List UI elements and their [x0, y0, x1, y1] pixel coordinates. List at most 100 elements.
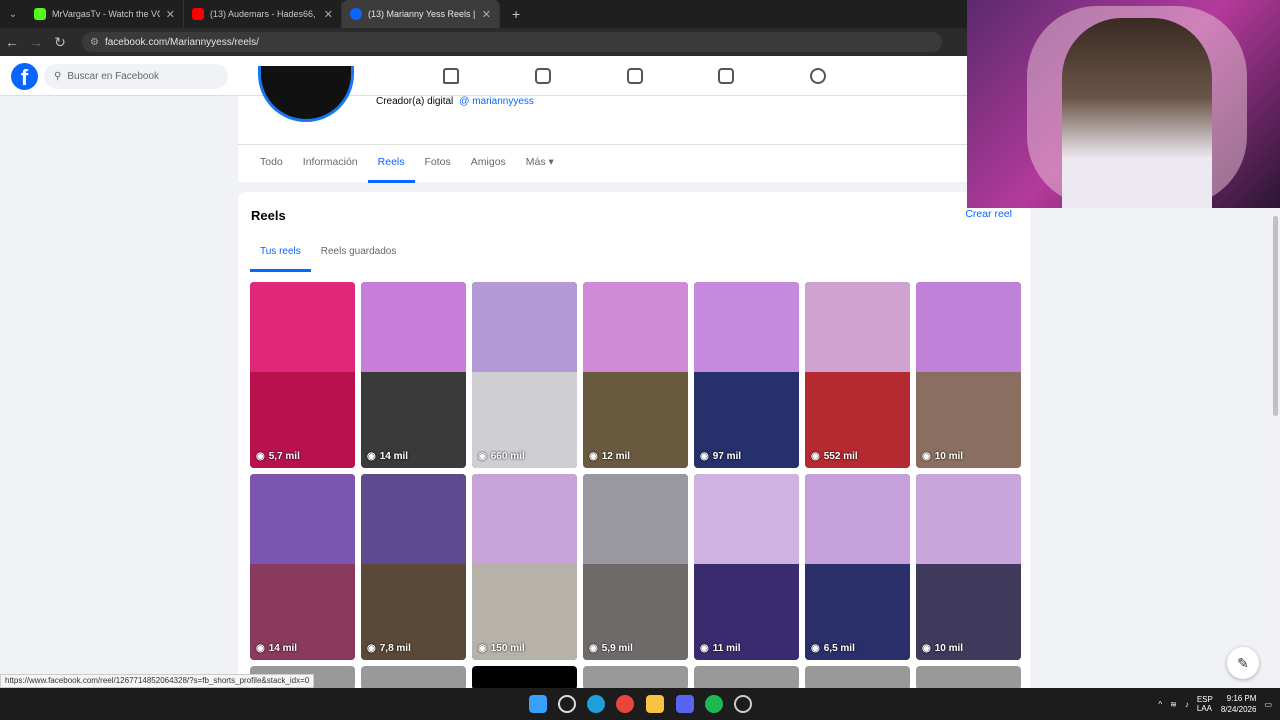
reels-grid: ◉ 5,7 mil ◉ 14 mil ◉ 660 mil ◉ 12 mil ◉ 97 mil ◉ 55… [250, 282, 1021, 690]
chrome-icon[interactable] [616, 695, 634, 713]
url-field[interactable]: ⚙ facebook.com/Mariannyyess/reels/ [82, 32, 942, 52]
eye-icon: ◉ [700, 643, 709, 654]
gaming-icon[interactable] [810, 68, 826, 84]
wifi-icon[interactable]: ≋ [1170, 700, 1177, 709]
tab-todo[interactable]: Todo [250, 145, 293, 183]
eye-icon: ◉ [589, 451, 598, 462]
reel-thumbnail[interactable] [472, 666, 577, 690]
reel-thumbnail[interactable]: ◉ 10 mil [916, 282, 1021, 468]
reel-view-count: ◉ 660 mil [478, 451, 525, 462]
groups-icon[interactable] [718, 68, 734, 84]
forward-arrow-icon[interactable]: → [24, 34, 48, 50]
eye-icon: ◉ [922, 643, 931, 654]
tab-title: MrVargasTv - Watch the VOD o [52, 9, 160, 19]
reel-thumbnail[interactable]: ◉ 14 mil [250, 474, 355, 660]
creator-label: Creador(a) digital [376, 96, 454, 107]
scrollbar[interactable] [1271, 208, 1280, 688]
language-indicator[interactable]: ESP LAA [1197, 695, 1213, 713]
eye-icon: ◉ [256, 643, 265, 654]
create-reel-link[interactable]: Crear reel [965, 208, 1012, 220]
reel-view-count: ◉ 5,7 mil [256, 451, 300, 462]
reel-preview-top [472, 282, 577, 372]
reel-preview-top [472, 474, 577, 564]
search-input[interactable]: ⚲ Buscar en Facebook [44, 64, 228, 89]
compose-edit-icon[interactable]: ✎ [1227, 647, 1259, 679]
reel-thumbnail[interactable]: ◉ 10 mil [916, 474, 1021, 660]
reload-icon[interactable]: ↻ [48, 34, 72, 51]
close-icon[interactable]: ✕ [482, 8, 491, 21]
close-icon[interactable]: ✕ [324, 8, 333, 21]
reel-thumbnail[interactable] [361, 666, 466, 690]
notification-icon[interactable]: ▭ [1264, 700, 1272, 709]
eye-icon: ◉ [922, 451, 931, 462]
edge-icon[interactable] [587, 695, 605, 713]
video-icon[interactable] [535, 68, 551, 84]
tab-tus-reels[interactable]: Tus reels [250, 244, 311, 272]
volume-icon[interactable]: ♪ [1185, 700, 1189, 709]
system-tray: ^ ≋ ♪ ESP LAA 9:16 PM 8/24/2026 ▭ [1158, 693, 1272, 715]
reel-thumbnail[interactable]: ◉ 150 mil [472, 474, 577, 660]
reel-preview-top [583, 282, 688, 372]
reel-thumbnail[interactable] [694, 666, 799, 690]
tab-fotos[interactable]: Fotos [415, 145, 461, 183]
eye-icon: ◉ [367, 643, 376, 654]
reel-thumbnail[interactable] [916, 666, 1021, 690]
reel-views-text: 150 mil [490, 643, 525, 654]
avatar[interactable] [258, 66, 354, 122]
reel-thumbnail[interactable]: ◉ 11 mil [694, 474, 799, 660]
reel-thumbnail[interactable]: ◉ 97 mil [694, 282, 799, 468]
windows-start-icon[interactable] [529, 695, 547, 713]
close-icon[interactable]: ✕ [166, 8, 175, 21]
spotify-icon[interactable] [705, 695, 723, 713]
windows-taskbar: ^ ≋ ♪ ESP LAA 9:16 PM 8/24/2026 ▭ [0, 688, 1280, 720]
browser-tab-youtube[interactable]: (13) Audemars - Hades66, YOV ✕ [184, 0, 342, 28]
discord-icon[interactable] [676, 695, 694, 713]
youtube-icon [192, 8, 204, 20]
back-arrow-icon[interactable]: ← [0, 34, 24, 50]
handle-link[interactable]: @ mariannyyess [459, 96, 534, 107]
marketplace-icon[interactable] [627, 68, 643, 84]
facebook-logo-icon[interactable]: f [11, 63, 38, 90]
eye-icon: ◉ [811, 643, 820, 654]
reel-thumbnail[interactable]: ◉ 14 mil [361, 282, 466, 468]
scrollbar-thumb[interactable] [1273, 216, 1278, 416]
reel-thumbnail[interactable]: ◉ 5,7 mil [250, 282, 355, 468]
new-tab-button[interactable]: + [500, 6, 520, 22]
reel-thumbnail[interactable]: ◉ 552 mil [805, 282, 910, 468]
chevron-up-icon[interactable]: ^ [1158, 700, 1162, 709]
reel-thumbnail[interactable]: ◉ 5,9 mil [583, 474, 688, 660]
reel-view-count: ◉ 5,9 mil [589, 643, 633, 654]
site-info-icon[interactable]: ⚙ [90, 37, 99, 48]
reel-thumbnail[interactable]: ◉ 660 mil [472, 282, 577, 468]
reel-thumbnail[interactable] [583, 666, 688, 690]
reel-preview-top [805, 282, 910, 372]
tab-amigos[interactable]: Amigos [461, 145, 516, 183]
tab-reels[interactable]: Reels [367, 145, 415, 183]
app-icon[interactable] [734, 695, 752, 713]
eye-icon: ◉ [700, 451, 709, 462]
reel-thumbnail[interactable]: ◉ 6,5 mil [805, 474, 910, 660]
home-icon[interactable] [443, 68, 459, 84]
reel-thumbnail[interactable]: ◉ 12 mil [583, 282, 688, 468]
tab-list-chevron-icon[interactable]: ⌄ [0, 9, 26, 20]
reel-view-count: ◉ 97 mil [700, 451, 741, 462]
search-icon[interactable] [558, 695, 576, 713]
reel-view-count: ◉ 7,8 mil [367, 643, 411, 654]
reel-thumbnail[interactable] [805, 666, 910, 690]
clock[interactable]: 9:16 PM 8/24/2026 [1221, 693, 1257, 715]
reels-subtabs: Tus reels Reels guardados [250, 244, 406, 272]
browser-tab-facebook[interactable]: (13) Marianny Yess Reels | Faceb ✕ [342, 0, 500, 28]
eye-icon: ◉ [589, 643, 598, 654]
reel-view-count: ◉ 14 mil [256, 643, 297, 654]
file-explorer-icon[interactable] [646, 695, 664, 713]
tab-reels-guardados[interactable]: Reels guardados [311, 244, 407, 272]
reel-views-text: 6,5 mil [823, 643, 855, 654]
reel-thumbnail[interactable]: ◉ 7,8 mil [361, 474, 466, 660]
tab-informacion[interactable]: Información [293, 145, 368, 183]
reel-preview-top [250, 474, 355, 564]
kick-icon [34, 8, 46, 20]
reel-views-text: 552 mil [823, 451, 858, 462]
browser-tab-kick[interactable]: MrVargasTv - Watch the VOD o ✕ [26, 0, 184, 28]
tab-title: (13) Audemars - Hades66, YOV [210, 9, 318, 19]
tab-mas[interactable]: Más ▾ [516, 145, 564, 183]
